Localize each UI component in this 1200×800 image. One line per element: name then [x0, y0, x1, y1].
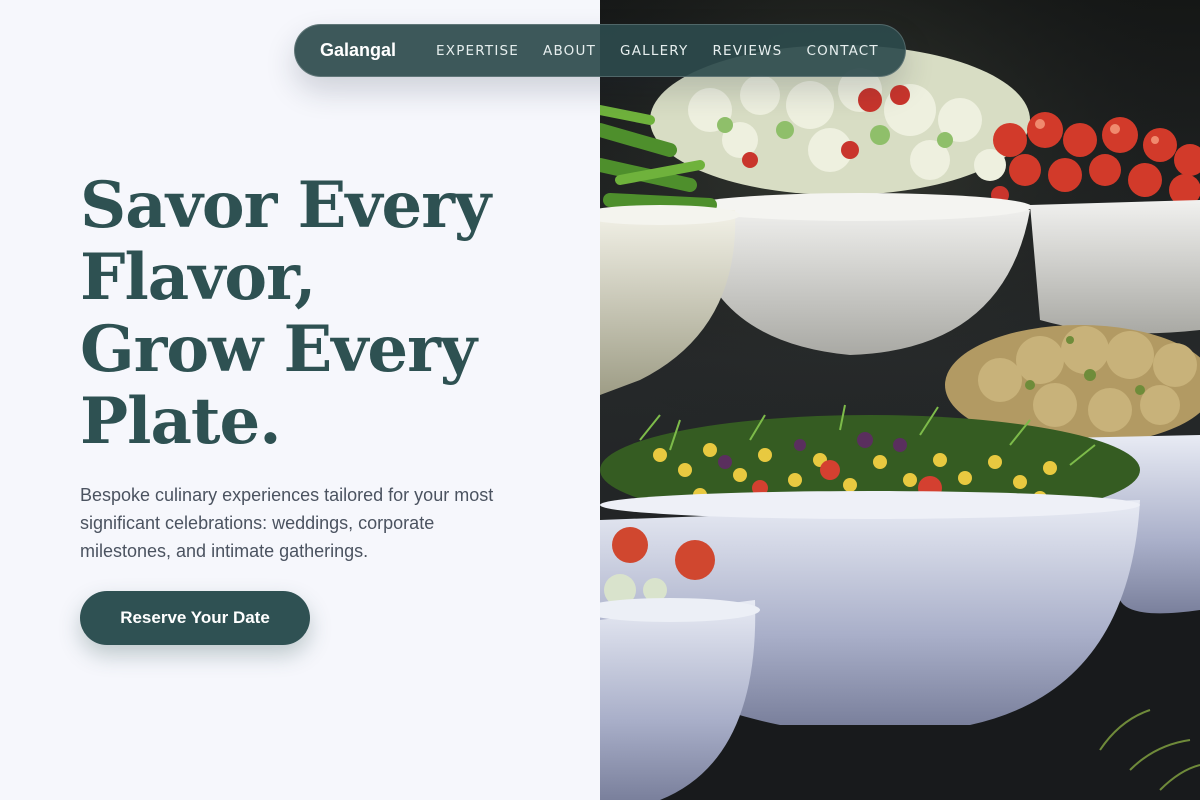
- brand-logo[interactable]: Galangal: [320, 40, 396, 61]
- nav-link-gallery[interactable]: GALLERY: [620, 43, 688, 59]
- nav-link-contact[interactable]: CONTACT: [806, 43, 878, 59]
- hero-left-panel: Savor Every Flavor, Grow Every Plate. Be…: [0, 0, 600, 800]
- salad-bowls-photo: [600, 0, 1200, 800]
- hero-food-image: [600, 0, 1200, 800]
- nav-link-about[interactable]: ABOUT: [543, 43, 596, 59]
- hero-title-line-1: Savor Every: [80, 168, 491, 243]
- hero-title-line-4: Plate.: [80, 384, 281, 459]
- nav-link-expertise[interactable]: EXPERTISE: [436, 43, 519, 59]
- hero-title: Savor Every Flavor, Grow Every Plate.: [80, 170, 580, 458]
- hero-title-line-2: Flavor,: [80, 240, 316, 315]
- hero-title-line-3: Grow Every: [80, 312, 477, 387]
- nav-link-reviews[interactable]: REVIEWS: [712, 43, 782, 59]
- main-nav: Galangal EXPERTISE ABOUT GALLERY REVIEWS…: [294, 24, 906, 77]
- hero-subtitle: Bespoke culinary experiences tailored fo…: [80, 485, 494, 561]
- reserve-date-button[interactable]: Reserve Your Date: [80, 591, 310, 645]
